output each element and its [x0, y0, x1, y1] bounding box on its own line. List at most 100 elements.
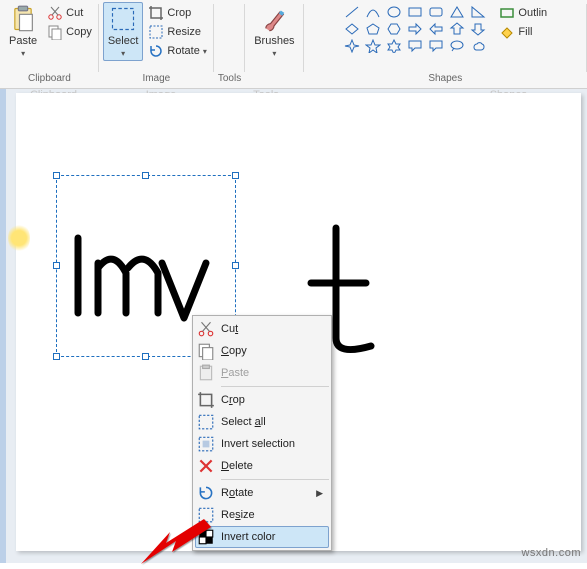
shape-arrow-l[interactable] [426, 21, 446, 37]
group-clipboard: Paste ▾ Cut Copy Clipboard [0, 0, 99, 88]
brushes-label: Brushes [254, 35, 294, 47]
submenu-arrow-icon: ▶ [316, 488, 323, 499]
cut-label: Cut [66, 7, 83, 19]
group-shapes: Outlin Fill Shapes [304, 0, 587, 88]
cut-button[interactable]: Cut [44, 4, 95, 22]
cm-delete-label: Delete [221, 460, 253, 472]
handle-s[interactable] [142, 353, 149, 360]
outline-icon [499, 5, 515, 21]
shape-pentagon[interactable] [363, 21, 383, 37]
fill-label: Fill [518, 26, 532, 38]
cm-paste-label: Paste [221, 367, 249, 379]
cm-invert-selection[interactable]: Invert selection [195, 433, 329, 455]
shape-arrow-r[interactable] [405, 21, 425, 37]
brush-icon [260, 5, 288, 33]
shape-line[interactable] [342, 4, 362, 20]
cm-crop-label: Crop [221, 394, 245, 406]
shape-curve[interactable] [363, 4, 383, 20]
separator [221, 479, 329, 480]
fill-button[interactable]: Fill [496, 23, 550, 41]
cm-rotate-label: Rotate [221, 487, 253, 499]
rotate-button[interactable]: Rotate ▾ [145, 42, 209, 60]
copy-button[interactable]: Copy [44, 23, 95, 41]
brushes-button[interactable]: Brushes ▾ [249, 2, 299, 61]
paste-button[interactable]: Paste ▾ [4, 2, 42, 61]
shape-hexagon[interactable] [384, 21, 404, 37]
chevron-down-icon: ▾ [203, 47, 207, 56]
shape-callout-cloud[interactable] [468, 38, 488, 54]
shape-roundrect[interactable] [426, 4, 446, 20]
rotate-label: Rotate [167, 45, 199, 57]
watermark: wsxdn.com [521, 547, 581, 559]
copy-label: Copy [66, 26, 92, 38]
group-label-tools: Tools [218, 73, 241, 86]
shape-star6[interactable] [384, 38, 404, 54]
chevron-down-icon: ▾ [272, 49, 276, 58]
fill-bucket-icon [499, 24, 515, 40]
handle-n[interactable] [142, 172, 149, 179]
shape-callout-round[interactable] [426, 38, 446, 54]
handle-ne[interactable] [232, 172, 239, 179]
shape-arrow-u[interactable] [447, 21, 467, 37]
outline-label: Outlin [518, 7, 547, 19]
cm-select-all[interactable]: Select all [195, 411, 329, 433]
chevron-down-icon: ▾ [121, 49, 125, 58]
invert-selection-icon [197, 435, 215, 453]
canvas-paper[interactable]: Cut Copy Paste Crop Select all Invert [16, 93, 581, 551]
resize-label: Resize [167, 26, 201, 38]
paste-icon [197, 364, 215, 382]
rotate-icon [197, 484, 215, 502]
cm-paste: Paste [195, 362, 329, 384]
resize-button[interactable]: Resize [145, 23, 209, 41]
cm-cut[interactable]: Cut [195, 318, 329, 340]
shape-oval[interactable] [384, 4, 404, 20]
context-menu: Cut Copy Paste Crop Select all Invert [192, 315, 332, 551]
cm-invert-color-label: Invert color [221, 531, 275, 543]
paste-label: Paste [9, 35, 37, 47]
cm-cut-label: Cut [221, 323, 238, 335]
shape-callout-oval[interactable] [447, 38, 467, 54]
paste-icon [9, 5, 37, 33]
cm-delete[interactable]: Delete [195, 455, 329, 477]
cm-resize[interactable]: Resize [195, 504, 329, 526]
delete-icon [197, 457, 215, 475]
cm-crop[interactable]: Crop [195, 389, 329, 411]
copy-icon [197, 342, 215, 360]
cm-resize-label: Resize [221, 509, 255, 521]
cm-rotate[interactable]: Rotate ▶ [195, 482, 329, 504]
cm-invert-color[interactable]: Invert color [195, 526, 329, 548]
shape-rect[interactable] [405, 4, 425, 20]
crop-icon [148, 5, 164, 21]
group-tools: A Tools [214, 0, 245, 88]
crop-button[interactable]: Crop [145, 4, 209, 22]
shape-arrow-d[interactable] [468, 21, 488, 37]
select-all-icon [197, 413, 215, 431]
group-label-clipboard: Clipboard [28, 73, 71, 86]
cm-invert-selection-label: Invert selection [221, 438, 295, 450]
separator [221, 386, 329, 387]
copy-icon [47, 24, 63, 40]
select-button[interactable]: Select ▾ [103, 2, 144, 61]
select-icon [109, 5, 137, 33]
rotate-icon [148, 43, 164, 59]
resize-icon [197, 506, 215, 524]
select-label: Select [108, 35, 139, 47]
shape-triangle[interactable] [468, 4, 488, 20]
cm-copy[interactable]: Copy [195, 340, 329, 362]
handle-nw[interactable] [53, 172, 60, 179]
cm-copy-label: Copy [221, 345, 247, 357]
shapes-gallery[interactable] [340, 2, 490, 56]
shape-star5[interactable] [363, 38, 383, 54]
shape-diamond[interactable] [342, 21, 362, 37]
crop-icon [197, 391, 215, 409]
shape-polygon[interactable] [447, 4, 467, 20]
shape-star4[interactable] [342, 38, 362, 54]
outline-button[interactable]: Outlin [496, 4, 550, 22]
cm-select-all-label: Select all [221, 416, 266, 428]
shape-callout-rect[interactable] [405, 38, 425, 54]
handle-w[interactable] [53, 262, 60, 269]
group-label-image: Image [142, 73, 170, 86]
group-brushes: Brushes ▾ . [245, 0, 303, 88]
handle-e[interactable] [232, 262, 239, 269]
handle-sw[interactable] [53, 353, 60, 360]
